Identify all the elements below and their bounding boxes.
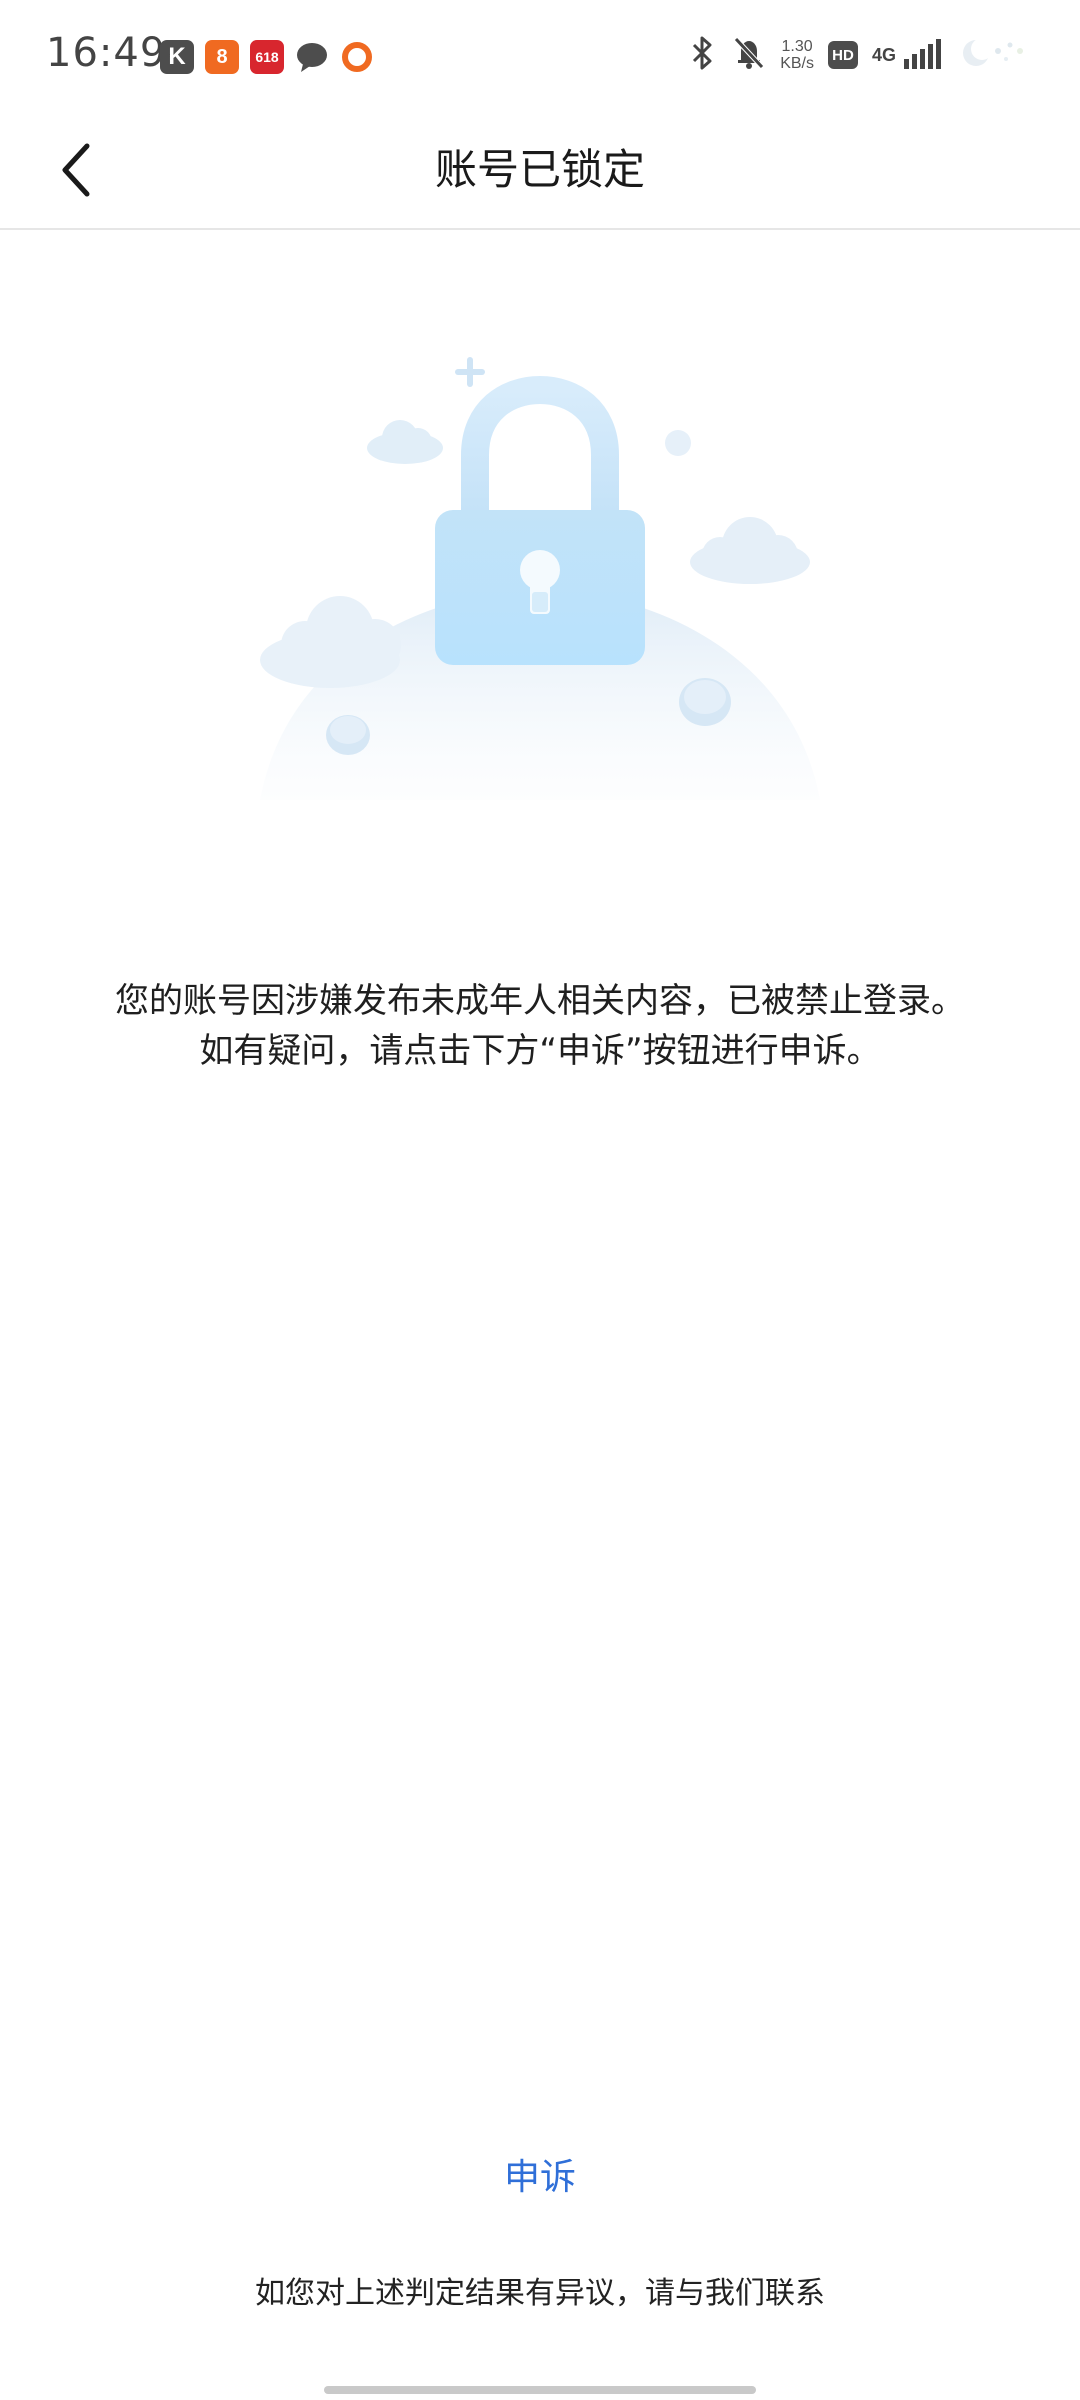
lock-message-line-2: 如有疑问，请点击下方“申诉”按钮进行申诉。 (199, 1031, 881, 1071)
signal-icon (902, 35, 944, 75)
lock-message: 您的账号因涉嫌发布未成年人相关内容，已被禁止登录。 如有疑问，请点击下方“申诉”… (60, 976, 1020, 1076)
appeal-button[interactable]: 申诉 (440, 2148, 640, 2208)
618-app-icon: 618 (250, 40, 284, 74)
network-speed-unit: KB/s (780, 55, 814, 72)
lock-illustration (250, 340, 830, 820)
network-speed: 1.30 KB/s (780, 38, 814, 72)
status-indicators: 1.30 KB/s HD 4G (688, 30, 1030, 80)
page-title: 账号已锁定 (434, 145, 645, 194)
home-indicator[interactable] (324, 2386, 756, 2394)
status-time: 16:49 (46, 30, 167, 76)
message-icon (295, 40, 329, 74)
network-type: 4G (871, 44, 896, 65)
battery-icon (958, 35, 1030, 75)
lock-message-line-1: 您的账号因涉嫌发布未成年人相关内容，已被禁止登录。 (115, 981, 965, 1021)
orange-app-icon: 8 (205, 40, 239, 74)
mute-bell-icon (732, 35, 766, 75)
k-app-icon: K (160, 40, 194, 74)
status-bar: 16:49 K 8 618 1.30 KB/s HD 4G (0, 0, 1080, 110)
hd-badge: HD (827, 41, 858, 69)
bluetooth-icon (688, 35, 718, 75)
nav-bar: 账号已锁定 (0, 110, 1080, 230)
ring-app-icon (340, 40, 374, 74)
contact-us-text[interactable]: 如您对上述判定结果有异议，请与我们联系 (0, 2268, 1080, 2312)
network-speed-value: 1.30 (781, 38, 813, 55)
